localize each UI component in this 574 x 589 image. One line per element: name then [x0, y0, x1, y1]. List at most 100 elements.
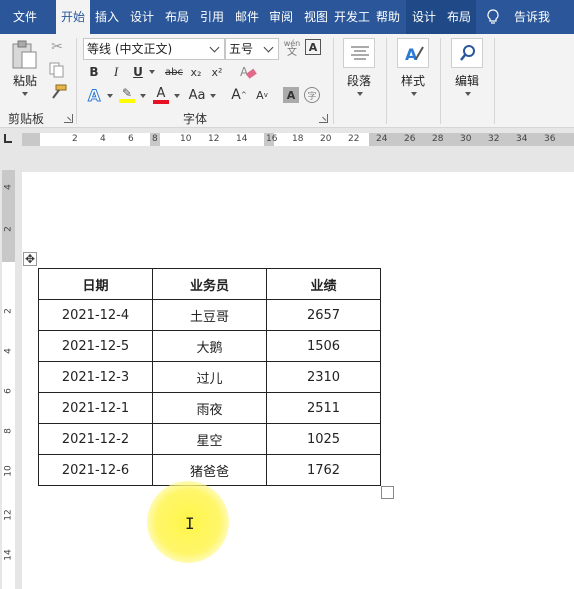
table-cell[interactable]: 2021-12-5: [38, 330, 153, 362]
styles-label[interactable]: 样式: [395, 72, 431, 89]
horizontal-ruler[interactable]: 2 4 6 8 10 12 14 16 18 20 22 24 26 28 30…: [22, 133, 574, 146]
table-cell[interactable]: 2021-12-2: [38, 423, 153, 455]
phonetic-guide-button[interactable]: wén 文: [283, 37, 301, 59]
paragraph-dropdown-caret[interactable]: [357, 92, 363, 96]
clipboard-icon[interactable]: [10, 40, 38, 70]
table-cell[interactable]: 2021-12-6: [38, 454, 153, 486]
table-move-icon[interactable]: ✥: [23, 252, 37, 266]
clipboard-dialog-launcher[interactable]: [64, 114, 73, 123]
copy-icon[interactable]: [49, 62, 65, 78]
italic-button[interactable]: I: [108, 63, 124, 81]
tab-view[interactable]: 视图: [298, 0, 334, 34]
tab-developer[interactable]: 开发工: [334, 0, 370, 34]
paste-button-label[interactable]: 粘贴: [10, 72, 40, 89]
cut-icon[interactable]: ✂: [48, 38, 66, 56]
table-cell[interactable]: 土豆哥: [152, 299, 267, 331]
ruler-number: 4: [3, 184, 14, 190]
paragraph-label[interactable]: 段落: [341, 72, 377, 89]
document-canvas-gap: [22, 150, 574, 172]
clear-format-icon[interactable]: A: [238, 64, 258, 80]
highlight-color-swatch: [119, 99, 135, 103]
lightbulb-icon[interactable]: [486, 9, 500, 25]
char-shading-button[interactable]: A: [283, 87, 299, 103]
table-cell[interactable]: 星空: [152, 423, 267, 455]
table-cell[interactable]: 大鹅: [152, 330, 267, 362]
table-cell[interactable]: 2310: [266, 361, 381, 393]
subscript-button[interactable]: x₂: [187, 63, 205, 81]
font-color-dropdown-caret[interactable]: [174, 94, 180, 98]
table-cell[interactable]: 1762: [266, 454, 381, 486]
group-separator: [76, 38, 77, 124]
table-cell[interactable]: 猪爸爸: [152, 454, 267, 486]
enclose-char-button[interactable]: 字: [304, 87, 320, 103]
editing-button-frame[interactable]: [451, 38, 483, 68]
highlighter-icon[interactable]: ✎: [118, 86, 136, 104]
change-case-button[interactable]: Aa: [186, 86, 208, 104]
table-cell[interactable]: 2021-12-4: [38, 299, 153, 331]
highlighter-dropdown-caret[interactable]: [140, 94, 146, 98]
tab-design[interactable]: 设计: [124, 0, 160, 34]
strikethrough-button[interactable]: abc: [163, 63, 185, 81]
tab-table-design[interactable]: 设计: [406, 0, 442, 34]
table-row: 2021-12-2 星空 1025: [38, 423, 381, 455]
underline-button[interactable]: U: [130, 63, 146, 81]
format-painter-icon[interactable]: [49, 84, 67, 100]
table-cell[interactable]: 2021-12-1: [38, 392, 153, 424]
tab-selector-icon[interactable]: [4, 134, 12, 143]
header-cell-salesperson[interactable]: 业务员: [152, 268, 267, 300]
ruler-number: 14: [3, 549, 14, 561]
header-cell-performance[interactable]: 业绩: [266, 268, 381, 300]
underline-dropdown-caret[interactable]: [149, 70, 155, 74]
table-resize-handle[interactable]: [381, 486, 394, 499]
table-cell[interactable]: 2511: [266, 392, 381, 424]
tab-help[interactable]: 帮助: [370, 0, 406, 34]
ruler-number: 6: [3, 388, 14, 394]
editing-dropdown-caret[interactable]: [465, 92, 471, 96]
char-border-icon[interactable]: A: [305, 39, 321, 55]
font-color-icon[interactable]: A: [152, 86, 170, 104]
text-effect-dropdown-caret[interactable]: [107, 94, 113, 98]
tell-me-search[interactable]: 告诉我: [506, 0, 558, 34]
superscript-button[interactable]: x²: [208, 63, 226, 81]
editing-label[interactable]: 编辑: [449, 72, 485, 89]
shrink-font-button[interactable]: Av: [253, 86, 271, 104]
paste-dropdown-caret[interactable]: [22, 92, 28, 96]
font-size-combobox[interactable]: 五号: [225, 38, 279, 60]
ruler-number: 14: [236, 134, 248, 144]
table-cell[interactable]: 1506: [266, 330, 381, 362]
paragraph-button-frame[interactable]: [343, 38, 375, 68]
tab-references[interactable]: 引用: [194, 0, 230, 34]
tab-file[interactable]: 文件: [0, 0, 50, 34]
bold-button[interactable]: B: [86, 63, 102, 81]
ruler-number: 22: [348, 134, 360, 144]
tab-mailings[interactable]: 邮件: [230, 0, 264, 34]
ruler-number: 16: [266, 134, 278, 144]
group-separator: [386, 38, 387, 124]
styles-button-frame[interactable]: A: [397, 38, 429, 68]
ruler-number: 2: [3, 308, 14, 314]
tab-home[interactable]: 开始: [56, 0, 90, 34]
table-cell[interactable]: 1025: [266, 423, 381, 455]
table-cell[interactable]: 过儿: [152, 361, 267, 393]
ruler-number: 2: [72, 134, 78, 144]
table-cell[interactable]: 2021-12-3: [38, 361, 153, 393]
font-dialog-launcher[interactable]: [319, 114, 328, 123]
table-cell[interactable]: 2657: [266, 299, 381, 331]
ruler-number: 6: [128, 134, 134, 144]
vertical-ruler[interactable]: 4 2 2 4 6 8 10 12 14: [2, 170, 15, 589]
table-cell[interactable]: 雨夜: [152, 392, 267, 424]
tab-layout[interactable]: 布局: [160, 0, 194, 34]
data-table[interactable]: 日期 业务员 业绩 2021-12-4 土豆哥 2657 2021-12-5 大…: [38, 268, 381, 486]
tab-insert[interactable]: 插入: [90, 0, 124, 34]
font-name-combobox[interactable]: 等线 (中文正文): [83, 38, 225, 60]
grow-font-button[interactable]: A ^: [230, 86, 248, 104]
change-case-dropdown-caret[interactable]: [210, 94, 216, 98]
text-effect-icon[interactable]: A: [86, 86, 104, 104]
tab-table-layout[interactable]: 布局: [442, 0, 476, 34]
ruler-number: 34: [516, 134, 528, 144]
table-row: 2021-12-6 猪爸爸 1762: [38, 454, 381, 486]
tab-review[interactable]: 审阅: [264, 0, 298, 34]
clipboard-group-label: 剪贴板: [8, 112, 45, 126]
header-cell-date[interactable]: 日期: [38, 268, 153, 300]
styles-dropdown-caret[interactable]: [411, 92, 417, 96]
